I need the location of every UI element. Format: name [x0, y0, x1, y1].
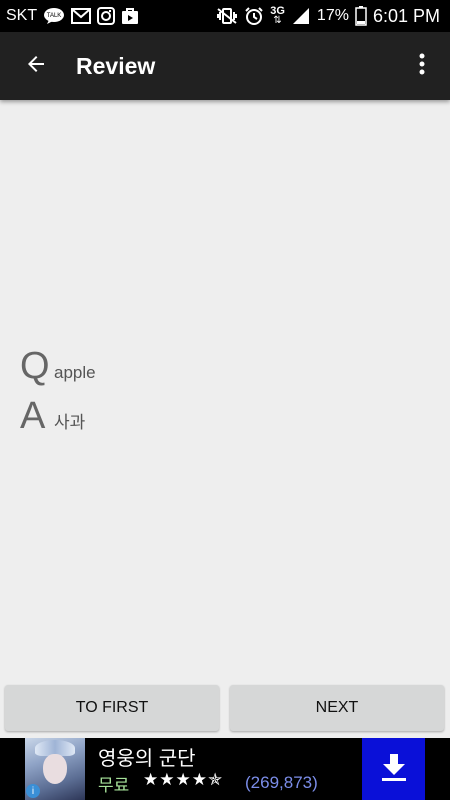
status-bar: SKT TALK 3G ⇅ 17% 6:01 PM [0, 0, 450, 32]
answer-row: A 사과 [20, 395, 96, 445]
battery-percent: 17% [316, 7, 349, 24]
status-bar-left: SKT TALK [0, 7, 139, 25]
alarm-icon [244, 6, 264, 26]
to-first-button[interactable]: TO FIRST [5, 685, 219, 731]
answer-letter: A [20, 395, 46, 437]
arrow-back-icon [24, 52, 48, 81]
talk-icon: TALK [43, 7, 65, 25]
ad-info-icon[interactable]: i [26, 784, 40, 798]
question-letter: Q [20, 345, 50, 387]
ad-download-button[interactable] [362, 738, 425, 800]
signal-icon [291, 7, 311, 25]
ad-rating-stars: ★★★★✯ [143, 770, 224, 789]
question-text: apple [54, 363, 96, 382]
next-button[interactable]: NEXT [230, 685, 444, 731]
question-row: Q apple [20, 345, 96, 395]
ad-title[interactable]: 영웅의 군단 [98, 742, 196, 771]
more-vert-icon [419, 53, 425, 80]
download-icon [380, 752, 408, 787]
back-button[interactable] [14, 44, 58, 88]
carrier-label: SKT [6, 7, 38, 24]
status-bar-right: 3G ⇅ 17% 6:01 PM [216, 6, 450, 27]
overflow-menu-button[interactable] [404, 44, 440, 88]
ad-banner[interactable]: i 영웅의 군단 무료 ★★★★✯ (269,873) [0, 738, 450, 800]
vibrate-icon [216, 7, 238, 25]
play-store-icon [121, 7, 139, 25]
page-title: Review [76, 52, 156, 79]
battery-icon [355, 6, 367, 26]
clock: 6:01 PM [372, 5, 440, 26]
svg-text:TALK: TALK [47, 13, 62, 19]
instagram-icon [97, 7, 116, 25]
flashcard: Q apple A 사과 [20, 345, 96, 445]
answer-text: 사과 [54, 413, 86, 432]
network-3g-icon: 3G ⇅ [270, 5, 285, 26]
ad-review-count: (269,873) [245, 773, 318, 792]
gmail-icon [71, 8, 92, 24]
ad-price: 무료 [98, 776, 130, 795]
app-bar: Review [0, 32, 450, 100]
